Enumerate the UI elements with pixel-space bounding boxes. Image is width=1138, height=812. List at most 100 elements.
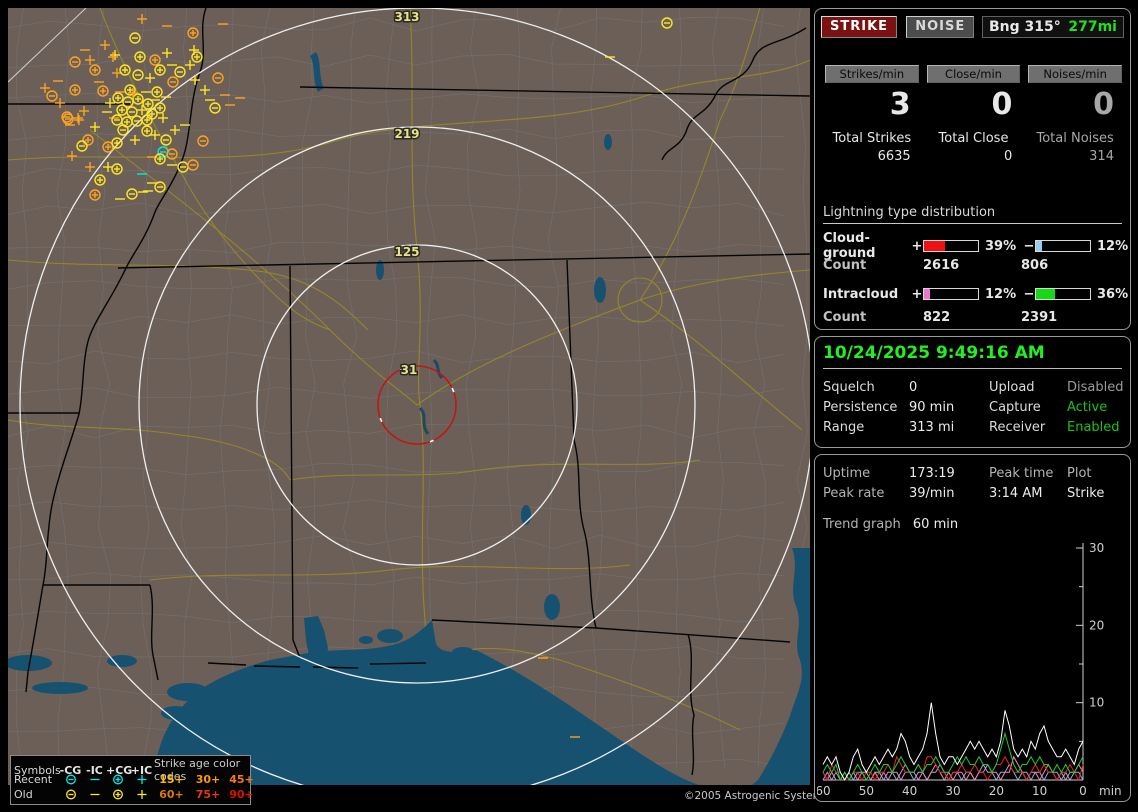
setting-cell: Range — [823, 420, 909, 435]
setting-cell: 90 min — [909, 400, 989, 415]
total-close-label: Total Close — [927, 131, 1021, 146]
noises-per-min-value: 0 — [1028, 87, 1122, 125]
status-row: Uptime173:19Peak timePlot — [823, 463, 1126, 483]
svg-text:50: 50 — [859, 784, 874, 798]
legend-row-recent-label: Recent — [14, 773, 58, 786]
strikes-per-min-value: 3 — [825, 87, 919, 125]
svg-text:20: 20 — [1089, 618, 1104, 632]
setting-cell: Capture — [989, 400, 1067, 415]
minus-icon — [83, 773, 106, 786]
svg-text:40: 40 — [902, 784, 917, 798]
ic-plus-count: 822 — [923, 310, 1021, 325]
total-close-value: 0 — [927, 149, 1021, 164]
age-code-90: 90+ — [227, 788, 256, 801]
symbol-legend: Symbols -CG -IC +CG +IC Strike age color… — [10, 755, 251, 805]
legend-row-old-label: Old — [14, 788, 58, 801]
system-settings-panel: 10/24/2025 9:49:16 AM Squelch0UploadDisa… — [814, 336, 1131, 448]
trend-graph-window: 60 min — [913, 517, 958, 532]
status-cell: 39/min — [909, 486, 989, 501]
age-code-60: 60+ — [154, 788, 189, 801]
lightning-type-distribution: Lightning type distribution Cloud-ground… — [823, 205, 1122, 329]
total-strikes-value: 6635 — [825, 149, 919, 164]
total-strikes-label: Total Strikes — [825, 131, 919, 146]
lightning-map[interactable]: 313 219 125 31 — [8, 8, 810, 785]
svg-text:60: 60 — [817, 784, 831, 798]
svg-text:20: 20 — [989, 784, 1004, 798]
ic-minus-percent: 36% — [1093, 287, 1133, 302]
ic-minus-bar — [1035, 288, 1091, 300]
setting-row: Range313 miReceiverEnabled — [823, 417, 1126, 437]
strikes-per-min-column: Strikes/min 3 Total Strikes 6635 — [825, 65, 919, 164]
distribution-title: Lightning type distribution — [823, 205, 1122, 224]
status-cell: Plot — [1067, 466, 1137, 481]
status-cell: 173:19 — [909, 466, 989, 481]
ring-label-219: 219 — [394, 127, 419, 141]
setting-cell: Squelch — [823, 380, 909, 395]
setting-cell: Active — [1067, 400, 1137, 415]
plus-icon — [129, 773, 154, 786]
nexstorm-window: 313 219 125 31 Symbols -CG -IC +CG +IC S… — [0, 0, 1138, 812]
ring-label-125: 125 — [394, 245, 419, 259]
noise-toggle-button[interactable]: NOISE — [906, 16, 974, 38]
lightning-strikes — [40, 14, 672, 737]
cg-plus-count: 2616 — [923, 258, 1021, 273]
svg-text:min: min — [1099, 784, 1122, 798]
trend-graph-label: Trend graph — [823, 517, 901, 532]
cg-plus-percent: 39% — [981, 239, 1023, 254]
ring-label-31: 31 — [401, 363, 418, 377]
setting-cell: Receiver — [989, 420, 1067, 435]
age-code-15: 15+ — [154, 773, 189, 786]
status-cell: Peak rate — [823, 486, 909, 501]
status-row: Peak rate39/min3:14 AMStrike — [823, 483, 1126, 503]
circle-minus-icon — [58, 773, 83, 786]
svg-text:30: 30 — [945, 784, 960, 798]
status-trend-panel: Uptime173:19Peak timePlotPeak rate39/min… — [814, 454, 1131, 802]
road-light — [8, 8, 86, 82]
strikes-per-min-button[interactable]: Strikes/min — [825, 65, 919, 83]
datetime-display: 10/24/2025 9:49:16 AM — [823, 343, 1122, 369]
total-noises-label: Total Noises — [1028, 131, 1122, 146]
ic-plus-bar — [923, 288, 979, 300]
water-bodies — [8, 52, 810, 785]
svg-text:0: 0 — [1079, 784, 1087, 798]
svg-text:10: 10 — [1089, 696, 1104, 710]
setting-cell: Enabled — [1067, 420, 1137, 435]
plus-sign: + — [911, 239, 923, 254]
circle-plus-icon — [106, 773, 129, 786]
age-code-75: 75+ — [189, 788, 227, 801]
status-cell: Strike — [1067, 486, 1137, 501]
circle-minus-icon — [58, 788, 83, 801]
strike-stats-panel: STRIKE NOISE Bng 315°277mi Strikes/min 3… — [814, 8, 1131, 330]
plus-sign: + — [911, 287, 923, 302]
strike-toggle-button[interactable]: STRIKE — [821, 16, 897, 38]
total-noises-value: 314 — [1028, 149, 1122, 164]
cg-minus-count: 806 — [1021, 258, 1133, 273]
plus-icon — [129, 788, 154, 801]
setting-cell: Persistence — [823, 400, 909, 415]
ic-count-label: Count — [823, 310, 911, 325]
bearing-readout: Bng 315°277mi — [982, 16, 1124, 38]
close-per-min-column: Close/min 0 Total Close 0 — [927, 65, 1021, 164]
minus-sign: − — [1023, 287, 1035, 302]
settings-grid: Squelch0UploadDisabledPersistence90 minC… — [823, 377, 1126, 437]
status-cell: Peak time — [989, 466, 1067, 481]
status-cell: Uptime — [823, 466, 909, 481]
bearing-label: Bng 315° — [989, 19, 1061, 35]
cg-minus-bar — [1035, 240, 1091, 252]
noises-per-min-button[interactable]: Noises/min — [1028, 65, 1122, 83]
age-code-45: 45+ — [227, 773, 256, 786]
copyright-text: ©2005 Astrogenic Systems — [684, 790, 828, 802]
ic-minus-count: 2391 — [1021, 310, 1133, 325]
cg-count-label: Count — [823, 258, 911, 273]
close-per-min-button[interactable]: Close/min — [927, 65, 1021, 83]
cloud-ground-label: Cloud-ground — [823, 231, 911, 261]
noises-per-min-column: Noises/min 0 Total Noises 314 — [1028, 65, 1122, 164]
setting-cell: 313 mi — [909, 420, 989, 435]
age-code-30: 30+ — [189, 773, 227, 786]
close-per-min-value: 0 — [927, 87, 1021, 125]
minus-icon — [83, 788, 106, 801]
map-canvas[interactable]: 313 219 125 31 — [8, 8, 810, 785]
cg-plus-bar — [923, 240, 979, 252]
ic-plus-percent: 12% — [981, 287, 1023, 302]
status-grid: Uptime173:19Peak timePlotPeak rate39/min… — [823, 463, 1126, 503]
